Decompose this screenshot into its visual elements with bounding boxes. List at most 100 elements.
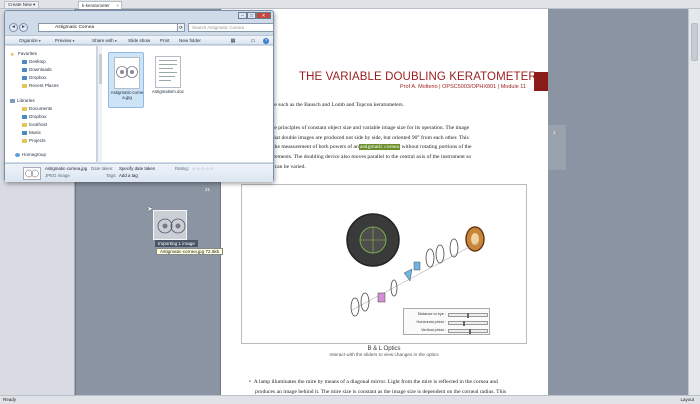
paragraph-1: commonest type such as the Bausch and Lo… [240,102,405,108]
localhost-icon [22,122,27,127]
view-icon[interactable]: ▦ [230,38,236,44]
libraries-label: Libraries [17,98,35,103]
sidebar-item-label: localhost [29,122,48,127]
distance-slider[interactable] [448,313,488,318]
command-bar: Organize ▾ Preview ▾ Share with ▾ Slide … [5,35,273,45]
tags-value[interactable]: Add a tag [119,173,138,179]
drag-tooltip: Astigmatic-cornea.jpg 72.5kb [156,248,224,255]
sidebar-item-desktop[interactable]: Desktop [22,58,46,65]
app-tab-bar: Create New ▾ k-keratometer × [0,0,700,9]
share-with-button[interactable]: Share with ▾ [92,37,117,45]
sidebar-item-projects[interactable]: Projects [22,137,46,144]
preview-button[interactable]: Preview ▾ [55,37,74,45]
slide-show-button[interactable]: Slide show [128,37,150,44]
drag-ghost-thumbnail [153,210,187,240]
importing-label: Importing 1 image [155,240,198,247]
file-name: Astigmatic-cornea.jpg [110,90,144,101]
vertical-prism-slider[interactable] [448,329,488,334]
close-tab-icon[interactable]: × [116,2,119,9]
sidebar-item-label: Projects [29,138,46,143]
search-input[interactable]: Search Astigmatic Cornea [188,23,274,32]
music-icon [22,130,27,135]
preview-label: Preview [55,38,72,43]
sidebar-item-dropbox-lib[interactable]: Dropbox [22,113,46,120]
desktop-icon [22,59,27,64]
file-item-astigmatic-cornea[interactable]: Astigmatic-cornea.jpg [108,52,144,108]
downloads-icon [22,67,27,72]
image-thumbnail [114,57,140,89]
sidebar-item-label: Dropbox [29,75,47,80]
new-folder-button[interactable]: New folder [179,37,201,44]
slider-label: Horizontal prism : [416,320,446,324]
libraries-header[interactable]: Libraries [10,97,35,104]
page-thumbnail-panel[interactable] [548,125,566,170]
favorites-header[interactable]: ★ Favorites [10,50,37,58]
date-taken-label: Date taken: [91,166,114,171]
sidebar-item-dropbox[interactable]: Dropbox [22,74,46,81]
details-filename: Astigmatic-cornea.jpg [45,166,88,171]
address-bar[interactable]: Astigmatic Cornea [38,23,184,32]
sidebar-item-music[interactable]: Music [22,129,41,136]
scrollbar-thumb[interactable] [691,23,698,61]
forward-button[interactable]: ► [19,23,28,32]
documents-icon [22,106,27,111]
eye-thumbnail-icon [25,169,39,178]
page-title: THE VARIABLE DOUBLING KERATOMETER [299,71,537,83]
horizontal-prism-slider[interactable] [448,321,488,326]
date-taken-value[interactable]: Specify date taken [119,166,155,172]
figure-caption: Interact with the sliders to view change… [329,352,439,357]
sidebar-item-documents[interactable]: Documents [22,105,52,112]
navigation-pane: ★ Favorites Desktop Downloads Dropbox Rec… [5,46,97,162]
window-controls: – □ ✕ [238,12,271,19]
organize-button[interactable]: Organize ▾ [19,37,41,45]
slider-knob[interactable] [463,321,465,326]
create-new-tab[interactable]: Create New ▾ [4,1,40,8]
refresh-icon[interactable]: ⟳ [177,23,185,32]
details-thumbnail [23,167,41,180]
star-icon: ★ [10,51,15,58]
sidebar-item-downloads[interactable]: Downloads [22,66,52,73]
bullet-paragraph: • A lamp illuminates the mire by means o… [249,378,549,397]
explorer-window[interactable]: – □ ✕ ◄ ► Astigmatic Cornea ⟳ Search Ast… [4,10,274,182]
paragraph-line: ...ent utilizes the principles of consta… [240,125,470,131]
sidebar-item-label: Recent Places [29,83,59,88]
bullet-line: • A lamp illuminates the mire by means o… [249,379,498,385]
document-thumbnail [155,56,181,88]
file-item-astigmatism-doc[interactable]: Astigmatism.doc [150,52,186,108]
sidebar-item-recent-places[interactable]: Recent Places [22,82,59,89]
slider-knob[interactable] [469,329,471,334]
sidebar-item-label: Documents [29,106,53,111]
document-tab[interactable]: k-keratometer × [78,1,122,9]
vertical-scrollbar[interactable] [688,9,700,395]
page-subtitle: Prof A. Molteno | OPSC5003/OPHX801 | Mod… [400,84,526,90]
eye-thumbnail-icon [116,66,138,78]
recent-places-icon [22,83,27,88]
layout-button[interactable]: Layout [680,396,694,404]
navigation-bar: ◄ ► Astigmatic Cornea ⟳ Search Astigmati… [7,23,274,33]
address-path: Astigmatic Cornea [55,25,95,30]
ghost-eye-icon [157,218,186,234]
slider-knob[interactable] [467,313,469,318]
file-name: Astigmatism.doc [151,89,185,94]
mouse-cursor-icon: ➤ [147,206,153,213]
page-count-left: 21 [205,187,211,192]
window-caption[interactable]: – □ ✕ [5,11,273,22]
highlight-link[interactable]: astigmatic cornea [358,144,401,151]
dropbox-icon [22,114,27,119]
close-button[interactable]: ✕ [256,12,271,19]
library-icon [10,98,15,103]
sidebar-item-homegroup[interactable]: Homegroup [15,151,46,158]
help-icon[interactable]: ? [263,37,269,44]
pane-icon[interactable]: ▭ [250,38,256,44]
bullet-line: produces an image behind it. The mire si… [255,388,507,395]
slider-label: Vertical prism : [421,328,446,332]
rating-stars[interactable]: ☆☆☆☆☆ [192,166,214,172]
favorites-label: Favorites [18,51,37,56]
projects-icon [22,138,27,143]
sidebar-item-localhost[interactable]: localhost [22,121,47,128]
print-button[interactable]: Print [160,37,169,44]
back-button[interactable]: ◄ [9,23,18,32]
minimize-button[interactable]: – [238,12,247,19]
maximize-button[interactable]: □ [247,12,256,19]
page-count-right: 1 [553,130,556,135]
